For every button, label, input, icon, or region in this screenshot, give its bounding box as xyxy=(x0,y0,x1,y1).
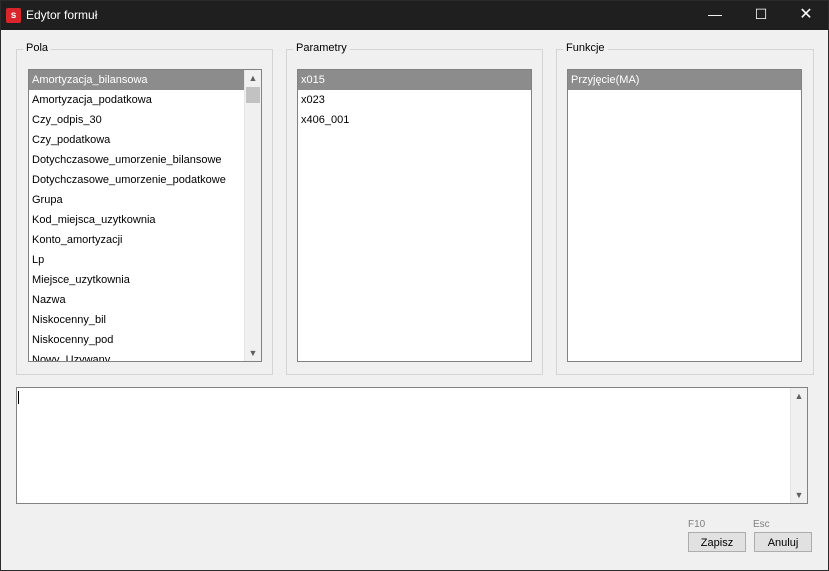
pola-items: Amortyzacja_bilansowa Amortyzacja_podatko… xyxy=(29,70,261,361)
list-item[interactable]: Dotychczasowe_umorzenie_bilansowe xyxy=(29,150,261,170)
list-item[interactable]: Nazwa xyxy=(29,290,261,310)
funkcje-group-label: Funkcje xyxy=(563,42,608,54)
list-item[interactable]: Przyjęcie(MA) xyxy=(568,70,801,90)
list-item[interactable]: Lp xyxy=(29,250,261,270)
formula-input[interactable]: ▲ ▼ xyxy=(16,387,808,504)
save-shortcut-hint: F10 xyxy=(688,519,706,530)
list-item[interactable]: Nowy_Uzywany xyxy=(29,350,261,361)
scroll-thumb[interactable] xyxy=(246,87,260,103)
formula-editor-window: s Edytor formuł — ☐ ✕ Pola Amortyzacja_b… xyxy=(0,0,829,571)
scroll-down-icon[interactable]: ▼ xyxy=(791,487,807,503)
app-logo-icon: s xyxy=(6,8,21,23)
list-item[interactable]: Czy_odpis_30 xyxy=(29,110,261,130)
list-item[interactable]: Amortyzacja_bilansowa xyxy=(29,70,261,90)
list-item[interactable]: x406_001 xyxy=(298,110,531,130)
pola-group-label: Pola xyxy=(23,42,52,54)
list-item[interactable]: Niskocenny_bil xyxy=(29,310,261,330)
close-button[interactable]: ✕ xyxy=(783,1,829,30)
scroll-down-icon[interactable]: ▼ xyxy=(245,345,261,361)
scroll-up-icon[interactable]: ▲ xyxy=(791,388,807,404)
title-bar[interactable]: s Edytor formuł — ☐ ✕ xyxy=(1,1,828,30)
funkcje-items: Przyjęcie(MA) xyxy=(568,70,801,90)
cancel-button[interactable]: Anuluj xyxy=(754,532,812,552)
minimize-button[interactable]: — xyxy=(692,1,738,30)
pola-listbox[interactable]: Amortyzacja_bilansowa Amortyzacja_podatko… xyxy=(28,69,262,362)
list-item[interactable]: Grupa xyxy=(29,190,261,210)
list-item[interactable]: x023 xyxy=(298,90,531,110)
list-item[interactable]: Niskocenny_pod xyxy=(29,330,261,350)
list-item[interactable]: Kod_miejsca_uzytkownia xyxy=(29,210,261,230)
list-item[interactable]: Amortyzacja_podatkowa xyxy=(29,90,261,110)
maximize-button[interactable]: ☐ xyxy=(738,1,784,30)
parametry-group-label: Parametry xyxy=(293,42,350,54)
list-item[interactable]: Miejsce_uzytkownia xyxy=(29,270,261,290)
funkcje-listbox[interactable]: Przyjęcie(MA) xyxy=(567,69,802,362)
list-item[interactable]: Konto_amortyzacji xyxy=(29,230,261,250)
list-item[interactable]: x015 xyxy=(298,70,531,90)
parametry-listbox[interactable]: x015 x023 x406_001 xyxy=(297,69,532,362)
scroll-up-icon[interactable]: ▲ xyxy=(245,70,261,86)
cancel-shortcut-hint: Esc xyxy=(753,519,770,530)
list-item[interactable]: Dotychczasowe_umorzenie_podatkowe xyxy=(29,170,261,190)
save-button[interactable]: Zapisz xyxy=(688,532,746,552)
text-caret xyxy=(18,391,19,404)
window-title: Edytor formuł xyxy=(26,8,98,22)
pola-scrollbar[interactable]: ▲ ▼ xyxy=(244,70,261,361)
list-item[interactable]: Czy_podatkowa xyxy=(29,130,261,150)
parametry-items: x015 x023 x406_001 xyxy=(298,70,531,130)
formula-scrollbar[interactable]: ▲ ▼ xyxy=(790,388,807,503)
